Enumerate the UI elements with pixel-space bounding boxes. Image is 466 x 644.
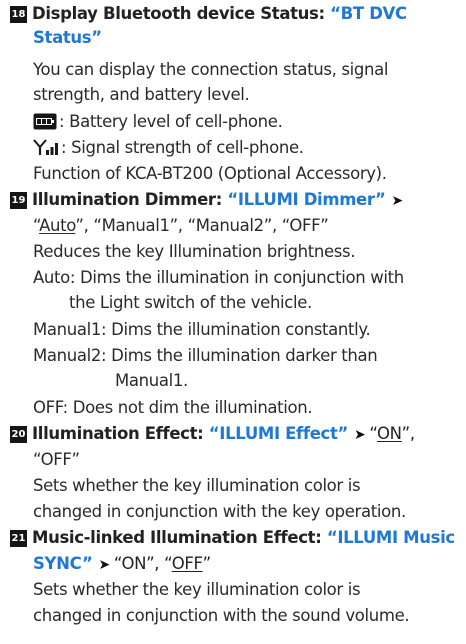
item-18-battery-line: : Battery level of cell-phone.: [33, 110, 283, 137]
item-number-badge: 18: [10, 6, 27, 23]
manual-page: 18 Display Bluetooth device Status: “BT D…: [0, 0, 466, 644]
signal-text: : Signal strength of cell-phone.: [61, 138, 304, 157]
item-number-badge: 19: [10, 192, 27, 209]
item-19-off: OFF: Does not dim the illumination.: [33, 398, 313, 417]
setting-name: “ILLUMI Effect”: [208, 424, 349, 443]
setting-name: “BT DVC: [330, 4, 407, 23]
item-title: Illumination Effect:: [32, 424, 204, 443]
default-option: Auto: [39, 216, 76, 235]
default-option: OFF: [171, 554, 203, 573]
item-19-manual2: Manual2: Dims the illumination darker th…: [33, 346, 378, 365]
item-18-desc-1: You can display the connection status, s…: [33, 60, 389, 79]
other-options: , “Manual1”, “Manual2”, “OFF”: [83, 216, 329, 235]
item-19-desc: Reduces the key Illumination brightness.: [33, 242, 356, 261]
item-20-desc-2: changed in conjunction with the key oper…: [33, 502, 406, 521]
item-18-heading: 18 Display Bluetooth device Status: “BT D…: [10, 2, 407, 26]
item-18-signal-line: : Signal strength of cell-phone.: [33, 136, 304, 163]
item-19-manual1: Manual1: Dims the illumination constantl…: [33, 320, 371, 339]
item-20-desc-1: Sets whether the key illumination color …: [33, 476, 361, 495]
setting-name-cont: SYNC”: [33, 554, 93, 573]
setting-name-cont: Status”: [33, 28, 102, 47]
item-number-badge: 20: [10, 426, 27, 443]
arrow-icon: ➤: [354, 427, 366, 443]
battery-text: : Battery level of cell-phone.: [59, 112, 283, 131]
item-title: Music-linked Illumination Effect:: [32, 528, 322, 547]
item-21-heading-cont: SYNC” ➤ “ON”, “OFF”: [33, 554, 211, 573]
item-21-desc-1: Sets whether the key illumination color …: [33, 580, 361, 599]
item-title: Illumination Dimmer:: [32, 190, 222, 209]
option-on: “ON”,: [113, 554, 165, 573]
arrow-icon: ➤: [98, 557, 110, 573]
item-19-heading: 19 Illumination Dimmer: “ILLUMI Dimmer” ➤: [10, 188, 407, 213]
item-title: Display Bluetooth device Status:: [32, 4, 325, 23]
signal-strength-icon: [33, 139, 59, 163]
arrow-icon: ➤: [391, 193, 403, 209]
item-18-note: Function of KCA-BT200 (Optional Accessor…: [33, 164, 387, 183]
item-19-manual2-cont: Manual1.: [115, 371, 188, 390]
default-option: ON: [377, 424, 402, 443]
item-19-auto: Auto: Dims the illumination in conjuncti…: [33, 268, 404, 287]
item-20-option-off: “OFF”: [33, 450, 80, 469]
item-number-badge: 21: [10, 530, 27, 547]
item-21-heading: 21 Music-linked Illumination Effect: “ILL…: [10, 526, 455, 550]
item-18-heading-cont: Status”: [33, 26, 102, 50]
item-19-auto-cont: the Light switch of the vehicle.: [69, 293, 312, 312]
setting-name: “ILLUMI Dimmer”: [227, 190, 386, 209]
battery-icon: [33, 113, 57, 137]
item-18-desc-2: strength, and battery level.: [33, 85, 250, 104]
setting-name: “ILLUMI Music: [326, 528, 455, 547]
item-21-desc-2: changed in conjunction with the sound vo…: [33, 606, 410, 625]
item-20-heading: 20 Illumination Effect: “ILLUMI Effect” ➤ “…: [10, 424, 415, 443]
item-19-options: “Auto”, “Manual1”, “Manual2”, “OFF”: [33, 216, 329, 235]
